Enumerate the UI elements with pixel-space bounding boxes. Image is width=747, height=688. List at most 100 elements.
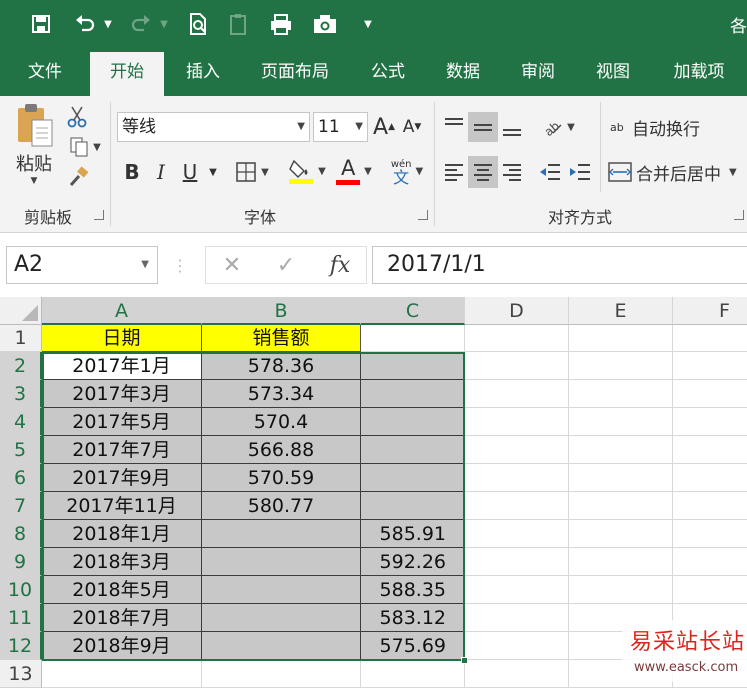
align-right-button[interactable] xyxy=(498,156,526,188)
row-header-2[interactable]: 2 xyxy=(0,352,42,380)
column-header-d[interactable]: D xyxy=(465,297,569,325)
cell-e1[interactable] xyxy=(569,325,673,352)
cell-f9[interactable] xyxy=(673,548,747,576)
cell-b3[interactable]: 573.34 xyxy=(202,380,361,408)
copy-button[interactable]: ▼ xyxy=(64,134,106,160)
cell-a1[interactable]: 日期 xyxy=(42,325,202,352)
tab-review[interactable]: 审阅 xyxy=(508,48,568,96)
cell-d13[interactable] xyxy=(465,660,569,688)
row-header-7[interactable]: 7 xyxy=(0,492,42,520)
cell-a9[interactable]: 2018年3月 xyxy=(42,548,202,576)
phonetic-button[interactable]: wén 文 ▼ xyxy=(384,154,430,188)
cell-b8[interactable] xyxy=(202,520,361,548)
cell-c7[interactable] xyxy=(361,492,465,520)
underline-dropdown-icon[interactable]: ▼ xyxy=(204,156,222,188)
cell-b6[interactable]: 570.59 xyxy=(202,464,361,492)
cell-a7[interactable]: 2017年11月 xyxy=(42,492,202,520)
shrink-font-button[interactable]: A ▼ xyxy=(400,112,424,142)
cell-d6[interactable] xyxy=(465,464,569,492)
wrap-text-button[interactable]: ab 自动换行 xyxy=(610,112,722,142)
cell-c12[interactable]: 575.69 xyxy=(361,632,465,660)
cancel-icon[interactable]: ✕ xyxy=(214,246,250,284)
customize-icon[interactable]: ▼ xyxy=(358,8,378,40)
column-header-e[interactable]: E xyxy=(569,297,673,325)
fill-color-button[interactable]: ▼ xyxy=(284,154,330,188)
enter-icon[interactable]: ✓ xyxy=(268,246,304,284)
row-header-11[interactable]: 11 xyxy=(0,604,42,632)
tab-page-layout[interactable]: 页面布局 xyxy=(250,48,340,96)
increase-indent-icon[interactable] xyxy=(566,156,594,188)
row-header-6[interactable]: 6 xyxy=(0,464,42,492)
cell-d10[interactable] xyxy=(465,576,569,604)
cell-f2[interactable] xyxy=(673,352,747,380)
camera-icon[interactable] xyxy=(308,8,342,40)
row-header-1[interactable]: 1 xyxy=(0,325,42,352)
tab-insert[interactable]: 插入 xyxy=(172,48,234,96)
row-header-5[interactable]: 5 xyxy=(0,436,42,464)
font-name-combo[interactable]: 等线 ▼ xyxy=(117,112,310,142)
select-all-button[interactable] xyxy=(0,297,42,325)
cell-f5[interactable] xyxy=(673,436,747,464)
cell-b11[interactable] xyxy=(202,604,361,632)
cell-a5[interactable]: 2017年7月 xyxy=(42,436,202,464)
italic-button[interactable]: I xyxy=(148,156,174,188)
borders-button[interactable]: ▼ xyxy=(230,156,274,188)
tab-view[interactable]: 视图 xyxy=(584,48,642,96)
row-header-3[interactable]: 3 xyxy=(0,380,42,408)
cell-a3[interactable]: 2017年3月 xyxy=(42,380,202,408)
cell-f3[interactable] xyxy=(673,380,747,408)
cell-c10[interactable]: 588.35 xyxy=(361,576,465,604)
cell-c11[interactable]: 583.12 xyxy=(361,604,465,632)
clipboard-launcher-icon[interactable] xyxy=(94,210,104,220)
middle-align-button[interactable] xyxy=(468,112,498,142)
row-header-13[interactable]: 13 xyxy=(0,660,42,688)
cell-e2[interactable] xyxy=(569,352,673,380)
cell-e10[interactable] xyxy=(569,576,673,604)
tab-formulas[interactable]: 公式 xyxy=(360,48,416,96)
fill-handle[interactable] xyxy=(461,657,468,664)
cell-e4[interactable] xyxy=(569,408,673,436)
undo-dropdown-icon[interactable]: ▼ xyxy=(100,8,116,40)
cell-b5[interactable]: 566.88 xyxy=(202,436,361,464)
cell-c8[interactable]: 585.91 xyxy=(361,520,465,548)
underline-button[interactable]: U xyxy=(178,156,202,188)
cell-b9[interactable] xyxy=(202,548,361,576)
bottom-align-button[interactable] xyxy=(498,112,526,142)
cell-f7[interactable] xyxy=(673,492,747,520)
cell-a10[interactable]: 2018年5月 xyxy=(42,576,202,604)
cell-c13[interactable] xyxy=(361,660,465,688)
cell-f4[interactable] xyxy=(673,408,747,436)
cell-d3[interactable] xyxy=(465,380,569,408)
cell-d12[interactable] xyxy=(465,632,569,660)
cell-e8[interactable] xyxy=(569,520,673,548)
paste-button[interactable]: 粘贴 ▼ xyxy=(10,102,58,196)
cell-d5[interactable] xyxy=(465,436,569,464)
cell-a8[interactable]: 2018年1月 xyxy=(42,520,202,548)
cell-b13[interactable] xyxy=(202,660,361,688)
paste-dropdown-icon[interactable]: ▼ xyxy=(31,176,38,186)
merge-center-button[interactable]: 合并后居中 ▼ xyxy=(608,156,747,188)
cell-d8[interactable] xyxy=(465,520,569,548)
tab-home[interactable]: 开始 xyxy=(90,52,164,96)
cell-c2[interactable] xyxy=(361,352,465,380)
insert-function-icon[interactable]: fx xyxy=(322,246,358,284)
alignment-launcher-icon[interactable] xyxy=(734,210,744,220)
cell-e5[interactable] xyxy=(569,436,673,464)
row-header-4[interactable]: 4 xyxy=(0,408,42,436)
cell-f1[interactable] xyxy=(673,325,747,352)
cell-c1[interactable] xyxy=(361,325,465,352)
print-icon[interactable] xyxy=(264,8,298,40)
align-left-button[interactable] xyxy=(440,156,468,188)
decrease-indent-icon[interactable] xyxy=(536,156,564,188)
row-header-12[interactable]: 12 xyxy=(0,632,42,660)
cell-e7[interactable] xyxy=(569,492,673,520)
top-align-button[interactable] xyxy=(440,112,468,142)
grow-font-button[interactable]: A ▲ xyxy=(372,112,396,142)
cell-d7[interactable] xyxy=(465,492,569,520)
cell-d4[interactable] xyxy=(465,408,569,436)
cell-d11[interactable] xyxy=(465,604,569,632)
row-header-10[interactable]: 10 xyxy=(0,576,42,604)
column-header-c[interactable]: C xyxy=(361,297,465,325)
cell-b7[interactable]: 580.77 xyxy=(202,492,361,520)
font-launcher-icon[interactable] xyxy=(418,210,428,220)
